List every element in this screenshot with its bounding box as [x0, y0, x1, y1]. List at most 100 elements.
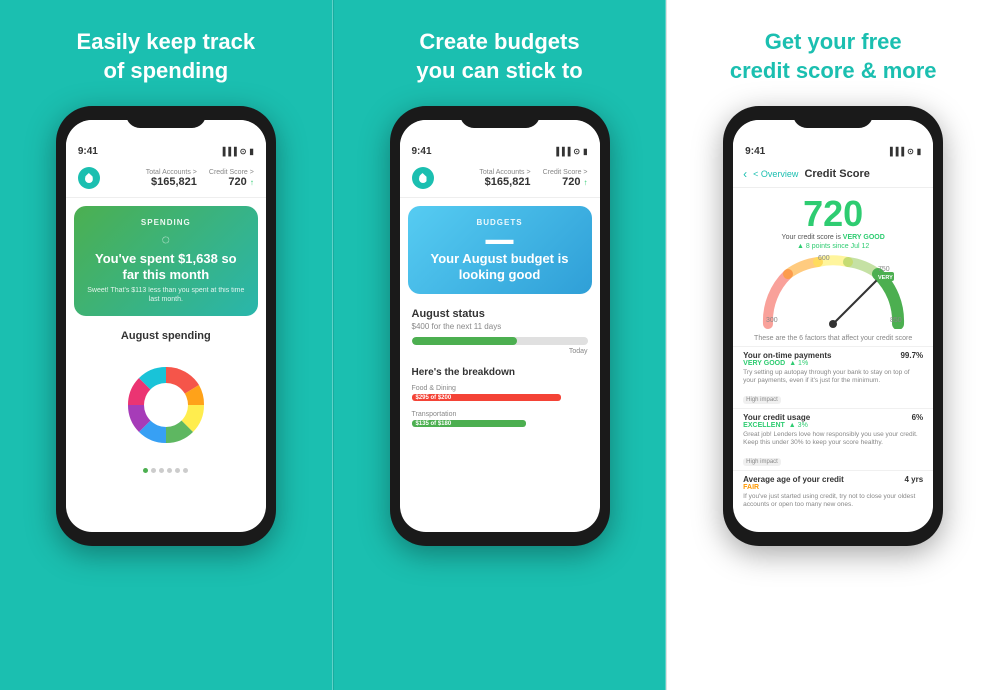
panel-budgets: Create budgets you can stick to 9:41 ▐▐▐… — [333, 0, 667, 690]
total-accounts-label: Total Accounts > — [146, 169, 197, 176]
dot-4 — [167, 468, 172, 473]
august-spending-title: August spending — [66, 324, 266, 346]
factor-age-desc: If you've just started using credit, try… — [743, 491, 923, 512]
mint-logo-2 — [412, 167, 434, 189]
factor-usage-header: Your credit usage 6% — [743, 413, 923, 422]
food-bar-fill: $295 of $200 — [412, 394, 562, 401]
credit-score-value-1: 720 ↑ — [228, 176, 253, 188]
signal-icon-2: ▐▐▐ — [553, 147, 570, 156]
factor-payments-impact: High impact — [743, 396, 781, 404]
factor-payments-header: Your on-time payments 99.7% — [743, 351, 923, 360]
panel-credit: Get your free credit score & more 9:41 ▐… — [666, 0, 1000, 690]
mint-logo-1 — [78, 167, 100, 189]
factor-age-header: Average age of your credit 4 yrs — [743, 475, 923, 484]
progress-bar — [412, 337, 588, 345]
food-bar: $295 of $200 — [412, 394, 588, 401]
overview-link[interactable]: < Overview — [753, 169, 798, 179]
credit-score-change: ▲ 8 points since Jul 12 — [733, 243, 933, 254]
notch-2 — [460, 106, 540, 128]
spending-icon: ◌ — [86, 231, 246, 247]
factor-payments-status-row: VERY GOOD ▲ 1% — [743, 360, 923, 367]
spending-category: SPENDING — [86, 218, 246, 227]
battery-icon: ▮ — [249, 147, 253, 156]
credit-screen-title: Credit Score — [804, 168, 869, 180]
spending-card: SPENDING ◌ You've spent $1,638 so far th… — [74, 206, 258, 316]
factor-usage: Your credit usage 6% EXCELLENT ▲ 3% Grea… — [733, 408, 933, 470]
factor-payments: Your on-time payments 99.7% VERY GOOD ▲ … — [733, 346, 933, 408]
credit-score-label-1: Credit Score > — [209, 169, 254, 176]
signal-icon: ▐▐▐ — [220, 147, 237, 156]
factor-usage-name: Your credit usage — [743, 413, 810, 422]
screen-credit: 9:41 ▐▐▐ ⊙ ▮ ‹ < Overview Credit Score 7… — [733, 120, 933, 532]
screen-spending: 9:41 ▐▐▐ ⊙ ▮ Total Accounts > $165,821 — [66, 120, 266, 532]
time-2: 9:41 — [412, 146, 432, 157]
mint-drop-icon-2 — [419, 173, 427, 183]
budget-icon: ▬▬ — [420, 231, 580, 247]
credit-score-number: 720 — [733, 188, 933, 234]
panel-3-heading: Get your free credit score & more — [730, 28, 937, 88]
factor-age-value: 4 yrs — [904, 475, 923, 484]
transport-bar: $135 of $180 — [412, 420, 588, 427]
progress-fill — [412, 337, 518, 345]
mint-drop-icon — [85, 173, 93, 183]
mint-header-1: Total Accounts > $165,821 Credit Score >… — [66, 161, 266, 198]
budget-main-text: Your August budget is looking good — [420, 251, 580, 282]
total-accounts-label-2: Total Accounts > — [479, 169, 530, 176]
phone-3: 9:41 ▐▐▐ ⊙ ▮ ‹ < Overview Credit Score 7… — [723, 106, 943, 546]
factor-payments-value: 99.7% — [900, 351, 923, 360]
svg-text:600: 600 — [818, 255, 830, 262]
budget-category: BUDGETS — [420, 218, 580, 227]
donut-svg — [111, 350, 221, 460]
gauge-svg: 300 600 750 850 VERY — [758, 254, 908, 329]
credit-score-status-label: Your credit score is VERY GOOD — [733, 234, 933, 243]
wifi-icon-2: ⊙ — [573, 147, 580, 156]
transport-label: Transportation — [412, 411, 588, 418]
time-3: 9:41 — [745, 146, 765, 157]
phone-1: 9:41 ▐▐▐ ⊙ ▮ Total Accounts > $165,821 — [56, 106, 276, 546]
credit-score-stat-2: Credit Score > 720 ↑ — [543, 169, 588, 188]
credit-header: ‹ < Overview Credit Score — [733, 161, 933, 188]
status-icons-3: ▐▐▐ ⊙ ▮ — [887, 147, 921, 156]
svg-text:850: 850 — [890, 317, 902, 324]
back-arrow[interactable]: ‹ — [743, 167, 747, 181]
factor-payments-desc: Try setting up autopay through your bank… — [743, 367, 923, 388]
factor-usage-status: EXCELLENT — [743, 422, 785, 429]
factor-usage-status-row: EXCELLENT ▲ 3% — [743, 422, 923, 429]
credit-score-value-2: 720 ↑ — [562, 176, 587, 188]
factor-usage-change: ▲ 3% — [789, 422, 808, 429]
factor-usage-value: 6% — [912, 413, 924, 422]
august-status-title: August status — [400, 302, 600, 322]
credit-score-stat-1: Credit Score > 720 ↑ — [209, 169, 254, 188]
factor-usage-desc: Great job! Lenders love how responsibly … — [743, 429, 923, 450]
notch-1 — [126, 106, 206, 128]
wifi-icon: ⊙ — [240, 147, 247, 156]
today-label: Today — [412, 348, 588, 355]
budget-card: BUDGETS ▬▬ Your August budget is looking… — [408, 206, 592, 294]
svg-text:300: 300 — [766, 317, 778, 324]
factor-usage-impact: High impact — [743, 458, 781, 466]
svg-text:750: 750 — [878, 266, 890, 273]
factor-payments-change: ▲ 1% — [789, 360, 808, 367]
wifi-icon-3: ⊙ — [907, 147, 914, 156]
dot-1 — [143, 468, 148, 473]
panel-1-heading: Easily keep track of spending — [77, 28, 256, 88]
factor-payments-name: Your on-time payments — [743, 351, 831, 360]
dot-2 — [151, 468, 156, 473]
breakdown-title: Here's the breakdown — [400, 363, 600, 382]
screen-budgets: 9:41 ▐▐▐ ⊙ ▮ Total Accounts > $165,821 — [400, 120, 600, 532]
transport-bar-fill: $135 of $180 — [412, 420, 526, 427]
header-info-1: Total Accounts > $165,821 Credit Score >… — [146, 169, 254, 188]
total-accounts-value-2: $165,821 — [485, 176, 531, 188]
total-accounts-stat: Total Accounts > $165,821 — [146, 169, 197, 188]
factors-intro: These are the 6 factors that affect your… — [733, 333, 933, 346]
mint-header-2: Total Accounts > $165,821 Credit Score >… — [400, 161, 600, 198]
factor-age-status: FAIR — [743, 484, 759, 491]
factor-age-name: Average age of your credit — [743, 475, 844, 484]
panel-2-heading: Create budgets you can stick to — [416, 28, 582, 88]
signal-icon-3: ▐▐▐ — [887, 147, 904, 156]
budget-item-food: Food & Dining $295 of $200 — [400, 382, 600, 404]
budget-item-transport: Transportation $135 of $180 — [400, 408, 600, 430]
factor-payments-status: VERY GOOD — [743, 360, 785, 367]
status-icons-1: ▐▐▐ ⊙ ▮ — [220, 147, 254, 156]
battery-icon-3: ▮ — [917, 147, 921, 156]
